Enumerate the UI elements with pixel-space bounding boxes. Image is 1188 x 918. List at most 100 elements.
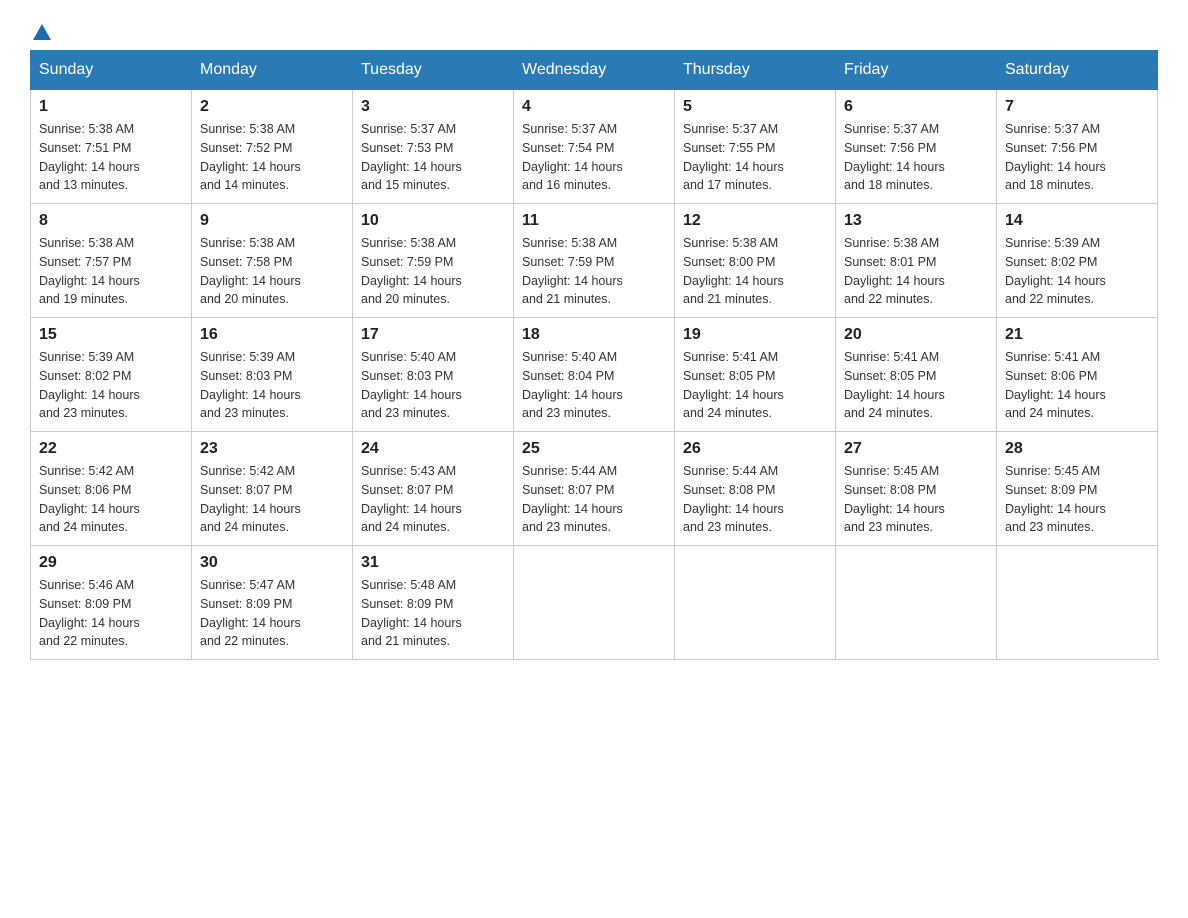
calendar-cell: 11 Sunrise: 5:38 AM Sunset: 7:59 PM Dayl… xyxy=(514,204,675,318)
col-header-tuesday: Tuesday xyxy=(353,51,514,90)
calendar-cell: 31 Sunrise: 5:48 AM Sunset: 8:09 PM Dayl… xyxy=(353,546,514,660)
day-number: 4 xyxy=(522,98,666,116)
calendar-cell: 4 Sunrise: 5:37 AM Sunset: 7:54 PM Dayli… xyxy=(514,90,675,204)
calendar-cell: 19 Sunrise: 5:41 AM Sunset: 8:05 PM Dayl… xyxy=(675,318,836,432)
calendar-week-row: 15 Sunrise: 5:39 AM Sunset: 8:02 PM Dayl… xyxy=(31,318,1158,432)
col-header-friday: Friday xyxy=(836,51,997,90)
calendar-cell: 26 Sunrise: 5:44 AM Sunset: 8:08 PM Dayl… xyxy=(675,432,836,546)
col-header-wednesday: Wednesday xyxy=(514,51,675,90)
day-number: 11 xyxy=(522,212,666,230)
calendar-week-row: 8 Sunrise: 5:38 AM Sunset: 7:57 PM Dayli… xyxy=(31,204,1158,318)
day-number: 16 xyxy=(200,326,344,344)
calendar-cell: 3 Sunrise: 5:37 AM Sunset: 7:53 PM Dayli… xyxy=(353,90,514,204)
calendar-cell: 28 Sunrise: 5:45 AM Sunset: 8:09 PM Dayl… xyxy=(997,432,1158,546)
day-info: Sunrise: 5:38 AM Sunset: 7:58 PM Dayligh… xyxy=(200,234,344,309)
day-info: Sunrise: 5:38 AM Sunset: 7:57 PM Dayligh… xyxy=(39,234,183,309)
day-info: Sunrise: 5:44 AM Sunset: 8:07 PM Dayligh… xyxy=(522,462,666,537)
calendar-week-row: 1 Sunrise: 5:38 AM Sunset: 7:51 PM Dayli… xyxy=(31,90,1158,204)
calendar-header-row: SundayMondayTuesdayWednesdayThursdayFrid… xyxy=(31,51,1158,90)
day-number: 20 xyxy=(844,326,988,344)
calendar-cell: 30 Sunrise: 5:47 AM Sunset: 8:09 PM Dayl… xyxy=(192,546,353,660)
day-info: Sunrise: 5:45 AM Sunset: 8:08 PM Dayligh… xyxy=(844,462,988,537)
day-info: Sunrise: 5:37 AM Sunset: 7:53 PM Dayligh… xyxy=(361,120,505,195)
calendar-cell: 27 Sunrise: 5:45 AM Sunset: 8:08 PM Dayl… xyxy=(836,432,997,546)
calendar-cell: 18 Sunrise: 5:40 AM Sunset: 8:04 PM Dayl… xyxy=(514,318,675,432)
calendar-cell xyxy=(514,546,675,660)
logo-content xyxy=(30,20,54,40)
day-number: 19 xyxy=(683,326,827,344)
day-info: Sunrise: 5:47 AM Sunset: 8:09 PM Dayligh… xyxy=(200,576,344,651)
day-number: 28 xyxy=(1005,440,1149,458)
day-number: 22 xyxy=(39,440,183,458)
day-number: 9 xyxy=(200,212,344,230)
day-number: 12 xyxy=(683,212,827,230)
day-info: Sunrise: 5:48 AM Sunset: 8:09 PM Dayligh… xyxy=(361,576,505,651)
calendar-cell: 13 Sunrise: 5:38 AM Sunset: 8:01 PM Dayl… xyxy=(836,204,997,318)
calendar-cell: 6 Sunrise: 5:37 AM Sunset: 7:56 PM Dayli… xyxy=(836,90,997,204)
calendar-cell: 12 Sunrise: 5:38 AM Sunset: 8:00 PM Dayl… xyxy=(675,204,836,318)
day-info: Sunrise: 5:40 AM Sunset: 8:03 PM Dayligh… xyxy=(361,348,505,423)
day-number: 25 xyxy=(522,440,666,458)
logo xyxy=(30,20,54,40)
day-number: 17 xyxy=(361,326,505,344)
day-number: 30 xyxy=(200,554,344,572)
calendar-week-row: 22 Sunrise: 5:42 AM Sunset: 8:06 PM Dayl… xyxy=(31,432,1158,546)
calendar-cell: 24 Sunrise: 5:43 AM Sunset: 8:07 PM Dayl… xyxy=(353,432,514,546)
day-number: 24 xyxy=(361,440,505,458)
day-number: 21 xyxy=(1005,326,1149,344)
day-number: 10 xyxy=(361,212,505,230)
day-info: Sunrise: 5:42 AM Sunset: 8:06 PM Dayligh… xyxy=(39,462,183,537)
day-info: Sunrise: 5:38 AM Sunset: 7:52 PM Dayligh… xyxy=(200,120,344,195)
day-info: Sunrise: 5:41 AM Sunset: 8:05 PM Dayligh… xyxy=(844,348,988,423)
day-info: Sunrise: 5:39 AM Sunset: 8:02 PM Dayligh… xyxy=(1005,234,1149,309)
day-number: 1 xyxy=(39,98,183,116)
calendar-cell: 9 Sunrise: 5:38 AM Sunset: 7:58 PM Dayli… xyxy=(192,204,353,318)
calendar-cell: 23 Sunrise: 5:42 AM Sunset: 8:07 PM Dayl… xyxy=(192,432,353,546)
day-number: 2 xyxy=(200,98,344,116)
day-info: Sunrise: 5:42 AM Sunset: 8:07 PM Dayligh… xyxy=(200,462,344,537)
day-info: Sunrise: 5:37 AM Sunset: 7:55 PM Dayligh… xyxy=(683,120,827,195)
day-number: 18 xyxy=(522,326,666,344)
day-number: 26 xyxy=(683,440,827,458)
col-header-saturday: Saturday xyxy=(997,51,1158,90)
day-info: Sunrise: 5:43 AM Sunset: 8:07 PM Dayligh… xyxy=(361,462,505,537)
calendar-table: SundayMondayTuesdayWednesdayThursdayFrid… xyxy=(30,50,1158,660)
calendar-cell: 21 Sunrise: 5:41 AM Sunset: 8:06 PM Dayl… xyxy=(997,318,1158,432)
day-number: 3 xyxy=(361,98,505,116)
day-number: 8 xyxy=(39,212,183,230)
day-info: Sunrise: 5:46 AM Sunset: 8:09 PM Dayligh… xyxy=(39,576,183,651)
day-number: 6 xyxy=(844,98,988,116)
calendar-cell: 8 Sunrise: 5:38 AM Sunset: 7:57 PM Dayli… xyxy=(31,204,192,318)
day-number: 14 xyxy=(1005,212,1149,230)
day-info: Sunrise: 5:41 AM Sunset: 8:06 PM Dayligh… xyxy=(1005,348,1149,423)
day-number: 31 xyxy=(361,554,505,572)
day-number: 13 xyxy=(844,212,988,230)
col-header-sunday: Sunday xyxy=(31,51,192,90)
day-number: 5 xyxy=(683,98,827,116)
logo-triangle-icon xyxy=(31,22,53,44)
day-number: 15 xyxy=(39,326,183,344)
day-info: Sunrise: 5:39 AM Sunset: 8:02 PM Dayligh… xyxy=(39,348,183,423)
day-info: Sunrise: 5:38 AM Sunset: 8:01 PM Dayligh… xyxy=(844,234,988,309)
day-info: Sunrise: 5:44 AM Sunset: 8:08 PM Dayligh… xyxy=(683,462,827,537)
day-info: Sunrise: 5:41 AM Sunset: 8:05 PM Dayligh… xyxy=(683,348,827,423)
page-header xyxy=(30,20,1158,40)
calendar-cell xyxy=(675,546,836,660)
calendar-cell: 7 Sunrise: 5:37 AM Sunset: 7:56 PM Dayli… xyxy=(997,90,1158,204)
col-header-thursday: Thursday xyxy=(675,51,836,90)
day-number: 23 xyxy=(200,440,344,458)
calendar-cell: 2 Sunrise: 5:38 AM Sunset: 7:52 PM Dayli… xyxy=(192,90,353,204)
day-info: Sunrise: 5:38 AM Sunset: 8:00 PM Dayligh… xyxy=(683,234,827,309)
calendar-cell: 29 Sunrise: 5:46 AM Sunset: 8:09 PM Dayl… xyxy=(31,546,192,660)
day-number: 7 xyxy=(1005,98,1149,116)
calendar-cell: 25 Sunrise: 5:44 AM Sunset: 8:07 PM Dayl… xyxy=(514,432,675,546)
day-info: Sunrise: 5:38 AM Sunset: 7:51 PM Dayligh… xyxy=(39,120,183,195)
day-info: Sunrise: 5:37 AM Sunset: 7:54 PM Dayligh… xyxy=(522,120,666,195)
day-info: Sunrise: 5:39 AM Sunset: 8:03 PM Dayligh… xyxy=(200,348,344,423)
day-info: Sunrise: 5:38 AM Sunset: 7:59 PM Dayligh… xyxy=(361,234,505,309)
calendar-cell: 16 Sunrise: 5:39 AM Sunset: 8:03 PM Dayl… xyxy=(192,318,353,432)
calendar-cell: 14 Sunrise: 5:39 AM Sunset: 8:02 PM Dayl… xyxy=(997,204,1158,318)
day-info: Sunrise: 5:37 AM Sunset: 7:56 PM Dayligh… xyxy=(844,120,988,195)
day-info: Sunrise: 5:38 AM Sunset: 7:59 PM Dayligh… xyxy=(522,234,666,309)
calendar-week-row: 29 Sunrise: 5:46 AM Sunset: 8:09 PM Dayl… xyxy=(31,546,1158,660)
